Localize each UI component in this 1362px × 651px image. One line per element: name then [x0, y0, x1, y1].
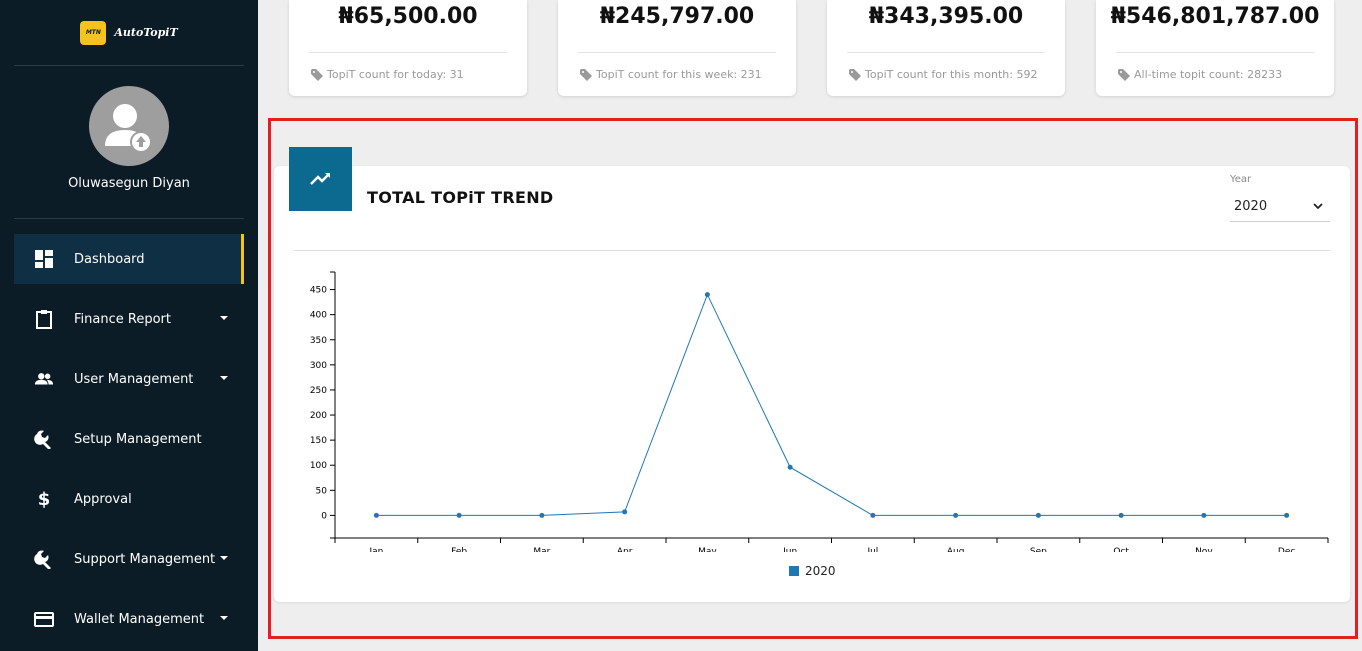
caret-down-icon	[220, 616, 228, 620]
stat-card-week: ₦245,797.00 TopiT count for this week: 2…	[558, 0, 796, 96]
card-divider	[578, 52, 776, 53]
sidebar-item-dashboard[interactable]: Dashboard	[14, 234, 244, 284]
card-footer: TopiT count for this week: 231	[580, 68, 762, 81]
tag-icon	[1118, 68, 1130, 81]
sidebar-item-label: User Management	[74, 371, 194, 387]
card-footer-text: TopiT count for today: 31	[327, 68, 464, 81]
card-footer: TopiT count for today: 31	[311, 68, 464, 81]
sidebar-item-setup-management[interactable]: Setup Management	[14, 414, 244, 464]
stat-card-all-time: ₦546,801,787.00 All-time topit count: 28…	[1096, 0, 1334, 96]
card-value: ₦343,395.00	[868, 4, 1024, 29]
user-upload-icon	[105, 104, 152, 153]
profile-name: Oluwasegun Diyan	[68, 176, 190, 191]
card-value: ₦546,801,787.00	[1110, 4, 1320, 29]
brand-name: AutoTopiT	[114, 26, 178, 39]
card-footer-text: TopiT count for this month: 592	[865, 68, 1038, 81]
sidebar-item-wallet-management[interactable]: Wallet Management	[14, 594, 244, 644]
sidebar: MTN AutoTopiT Oluwasegun Diyan Dashboard	[0, 0, 258, 651]
users-icon	[34, 369, 54, 389]
card-footer-text: All-time topit count: 28233	[1134, 68, 1283, 81]
stat-card-month: ₦343,395.00 TopiT count for this month: …	[827, 0, 1065, 96]
card-footer: TopiT count for this month: 592	[849, 68, 1037, 81]
card-footer: All-time topit count: 28233	[1118, 68, 1282, 81]
wrench-icon	[34, 549, 54, 569]
brand-logo: MTN	[80, 20, 107, 45]
sidebar-item-label: Finance Report	[74, 311, 171, 327]
card-footer-text: TopiT count for this week: 231	[596, 68, 762, 81]
sidebar-item-finance-report[interactable]: Finance Report	[14, 294, 244, 344]
sidebar-item-support-management[interactable]: Support Management	[14, 534, 244, 584]
caret-down-icon	[220, 316, 228, 320]
sidebar-item-approval[interactable]: $ Approval	[14, 474, 244, 524]
card-value: ₦65,500.00	[338, 4, 478, 29]
stat-card-today: ₦65,500.00 TopiT count for today: 31	[289, 0, 527, 96]
card-icon	[34, 609, 54, 629]
sidebar-nav: Dashboard Finance Report User Management…	[0, 234, 258, 644]
caret-down-icon	[220, 556, 228, 560]
card-value: ₦245,797.00	[599, 4, 755, 29]
brand: MTN AutoTopiT	[14, 0, 244, 66]
sidebar-item-user-management[interactable]: User Management	[14, 354, 244, 404]
sidebar-item-label: Support Management	[74, 551, 216, 567]
card-divider	[847, 52, 1045, 53]
highlight-box	[268, 118, 1358, 639]
tag-icon	[580, 68, 592, 81]
dashboard-icon	[34, 249, 54, 269]
tag-icon	[311, 68, 323, 81]
card-divider	[1116, 52, 1314, 53]
sidebar-item-label: Dashboard	[74, 251, 145, 267]
avatar[interactable]	[89, 86, 169, 166]
tag-icon	[849, 68, 861, 81]
dollar-icon: $	[37, 488, 51, 510]
wrench-icon	[34, 429, 54, 449]
sidebar-item-label: Approval	[74, 491, 132, 507]
caret-down-icon	[220, 376, 228, 380]
sidebar-item-label: Setup Management	[74, 431, 202, 447]
sidebar-item-label: Wallet Management	[74, 611, 205, 627]
clipboard-icon	[34, 309, 54, 329]
card-divider	[309, 52, 507, 53]
profile: Oluwasegun Diyan	[14, 66, 244, 219]
